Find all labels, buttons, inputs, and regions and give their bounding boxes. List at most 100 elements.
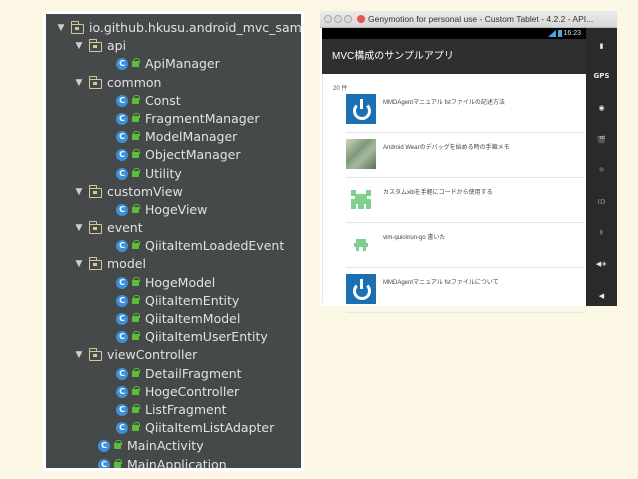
list-item[interactable]: Android Wearのデバッグを始める時の手順メモ	[346, 134, 584, 178]
emulator-window: Genymotion for personal use - Custom Tab…	[320, 11, 617, 313]
tree-class-label: ListFragment	[145, 401, 227, 417]
java-class-icon: C	[116, 94, 128, 107]
tree-folder-row[interactable]: ▼ viewController	[46, 346, 301, 364]
network-icon[interactable]: ◗	[592, 228, 611, 236]
lock-icon	[132, 403, 140, 413]
tree-class-row[interactable]: C FragmentManager	[46, 110, 301, 128]
tree-class-row[interactable]: C DetailFragment	[46, 365, 301, 383]
package-folder-icon	[88, 184, 102, 198]
java-class-icon: C	[116, 422, 128, 435]
java-class-icon: C	[116, 403, 128, 416]
tree-class-row[interactable]: C QiitaItemEntity	[46, 292, 301, 310]
java-class-icon: C	[116, 313, 128, 325]
tree-folder-row[interactable]: ▼ api	[46, 37, 301, 55]
expand-arrow-icon[interactable]: ▼	[74, 74, 84, 92]
java-class-icon: C	[116, 203, 128, 216]
tree-class-label: QiitaItemEntity	[145, 292, 240, 308]
tree-class-row[interactable]: C MainActivity	[46, 437, 301, 455]
lock-icon	[132, 94, 140, 104]
expand-arrow-icon[interactable]: ▼	[74, 346, 84, 364]
tree-folder-label: io.github.hkusu.android_mvc_sample	[89, 20, 301, 35]
tree-class-row[interactable]: C Utility	[46, 165, 301, 183]
tree-folder-row[interactable]: ▼ event	[46, 219, 301, 237]
lock-icon	[114, 458, 122, 468]
java-class-icon: C	[116, 276, 128, 289]
wifi-signal-icon	[548, 30, 556, 37]
tree-class-row[interactable]: C HogeView	[46, 201, 301, 219]
expand-arrow-icon[interactable]: ▼	[74, 219, 84, 237]
project-tree-panel: ▼ io.github.hkusu.android_mvc_sample ▼ api C…	[43, 11, 304, 471]
android-status-bar: 16:23	[322, 28, 586, 39]
lock-icon	[132, 240, 140, 250]
expand-arrow-icon[interactable]: ▼	[74, 37, 84, 55]
tree-folder-row[interactable]: ▼ io.github.hkusu.android_mvc_sample	[46, 19, 301, 37]
lock-icon	[132, 313, 140, 322]
package-folder-icon	[88, 221, 102, 235]
article-list: 20 件 MMDAgentマニュアル fstファイルの記述方法 Android W…	[322, 74, 586, 313]
volume-up-icon[interactable]: ◀+	[592, 260, 611, 268]
tree-class-label: Const	[145, 92, 181, 108]
volume-down-icon[interactable]: ◀	[592, 292, 611, 300]
expand-arrow-icon[interactable]: ▼	[74, 183, 84, 201]
tree-class-label: QiitaItemUserEntity	[145, 329, 268, 345]
tree-class-row[interactable]: C MainApplication	[46, 456, 301, 468]
tree-class-row[interactable]: C ModelManager	[46, 128, 301, 146]
status-time: 16:23	[563, 30, 581, 37]
dpad-icon[interactable]: ✥	[592, 166, 611, 174]
java-class-icon: C	[116, 167, 128, 180]
tree-class-label: MainActivity	[127, 438, 204, 454]
tree-class-label: ApiManager	[145, 56, 220, 72]
webcam-icon[interactable]: ◉	[592, 104, 611, 112]
genymotion-icon	[357, 15, 365, 23]
tree-class-row[interactable]: C QiitaItemModel	[46, 310, 301, 328]
java-class-icon: C	[116, 331, 128, 344]
java-class-icon: C	[116, 131, 128, 144]
gps-icon[interactable]: GPS	[592, 72, 611, 80]
tree-class-row[interactable]: C Const	[46, 92, 301, 110]
tree-class-row[interactable]: C QiitaItemUserEntity	[46, 328, 301, 346]
video-icon[interactable]: 🎬	[592, 136, 611, 144]
list-item[interactable]: MMDAgentマニュアル fstファイルの記述方法	[346, 89, 584, 133]
tree-folder-row[interactable]: ▼ model	[46, 255, 301, 273]
battery-status-icon	[558, 30, 562, 37]
tree-class-row[interactable]: C QiitaItemListAdapter	[46, 419, 301, 437]
zoom-window-button[interactable]	[344, 15, 352, 23]
java-class-icon: C	[116, 149, 128, 162]
project-tree: ▼ io.github.hkusu.android_mvc_sample ▼ api C…	[46, 14, 301, 468]
tree-folder-label: common	[107, 74, 162, 90]
tree-class-row[interactable]: C QiitaItemLoadedEvent	[46, 237, 301, 255]
tree-class-row[interactable]: C ListFragment	[46, 401, 301, 419]
pixel-avatar-icon	[346, 229, 376, 259]
lock-icon	[132, 385, 140, 395]
java-class-icon: C	[116, 112, 128, 125]
list-item[interactable]: MMDAgentマニュアル fstファイルについて	[346, 269, 584, 313]
tree-class-row[interactable]: C ObjectManager	[46, 146, 301, 164]
list-item[interactable]: カスタムxibを手軽にコードから使用する	[346, 179, 584, 223]
lock-icon	[132, 203, 140, 213]
minimize-window-button[interactable]	[334, 15, 342, 23]
tree-class-row[interactable]: C ApiManager	[46, 55, 301, 73]
lock-icon	[132, 422, 140, 432]
id-icon[interactable]: ID	[592, 198, 611, 206]
expand-arrow-icon[interactable]: ▼	[74, 255, 84, 273]
tree-class-label: QiitaItemLoadedEvent	[145, 238, 285, 254]
package-folder-icon	[88, 75, 102, 89]
lock-icon	[132, 112, 140, 122]
battery-icon[interactable]: ▮	[592, 42, 611, 50]
tree-class-row[interactable]: C HogeController	[46, 383, 301, 401]
tree-class-label: Utility	[145, 165, 182, 181]
list-item[interactable]: vim-quickrun-go 書いた	[346, 224, 584, 268]
tree-class-row[interactable]: C HogeModel	[46, 274, 301, 292]
tree-class-label: HogeModel	[145, 274, 216, 290]
java-class-icon: C	[98, 458, 110, 468]
pixel-avatar-icon	[346, 184, 376, 214]
expand-arrow-icon[interactable]: ▼	[56, 19, 66, 37]
tree-folder-row[interactable]: ▼ common	[46, 74, 301, 92]
java-class-icon: C	[116, 385, 128, 398]
java-class-icon: C	[116, 367, 128, 380]
close-window-button[interactable]	[324, 15, 332, 23]
app-title: MVC構成のサンプルアプリ	[332, 51, 454, 62]
tree-folder-row[interactable]: ▼ customView	[46, 183, 301, 201]
lock-icon	[132, 367, 140, 377]
list-item-title: MMDAgentマニュアル fstファイルの記述方法	[383, 100, 505, 106]
